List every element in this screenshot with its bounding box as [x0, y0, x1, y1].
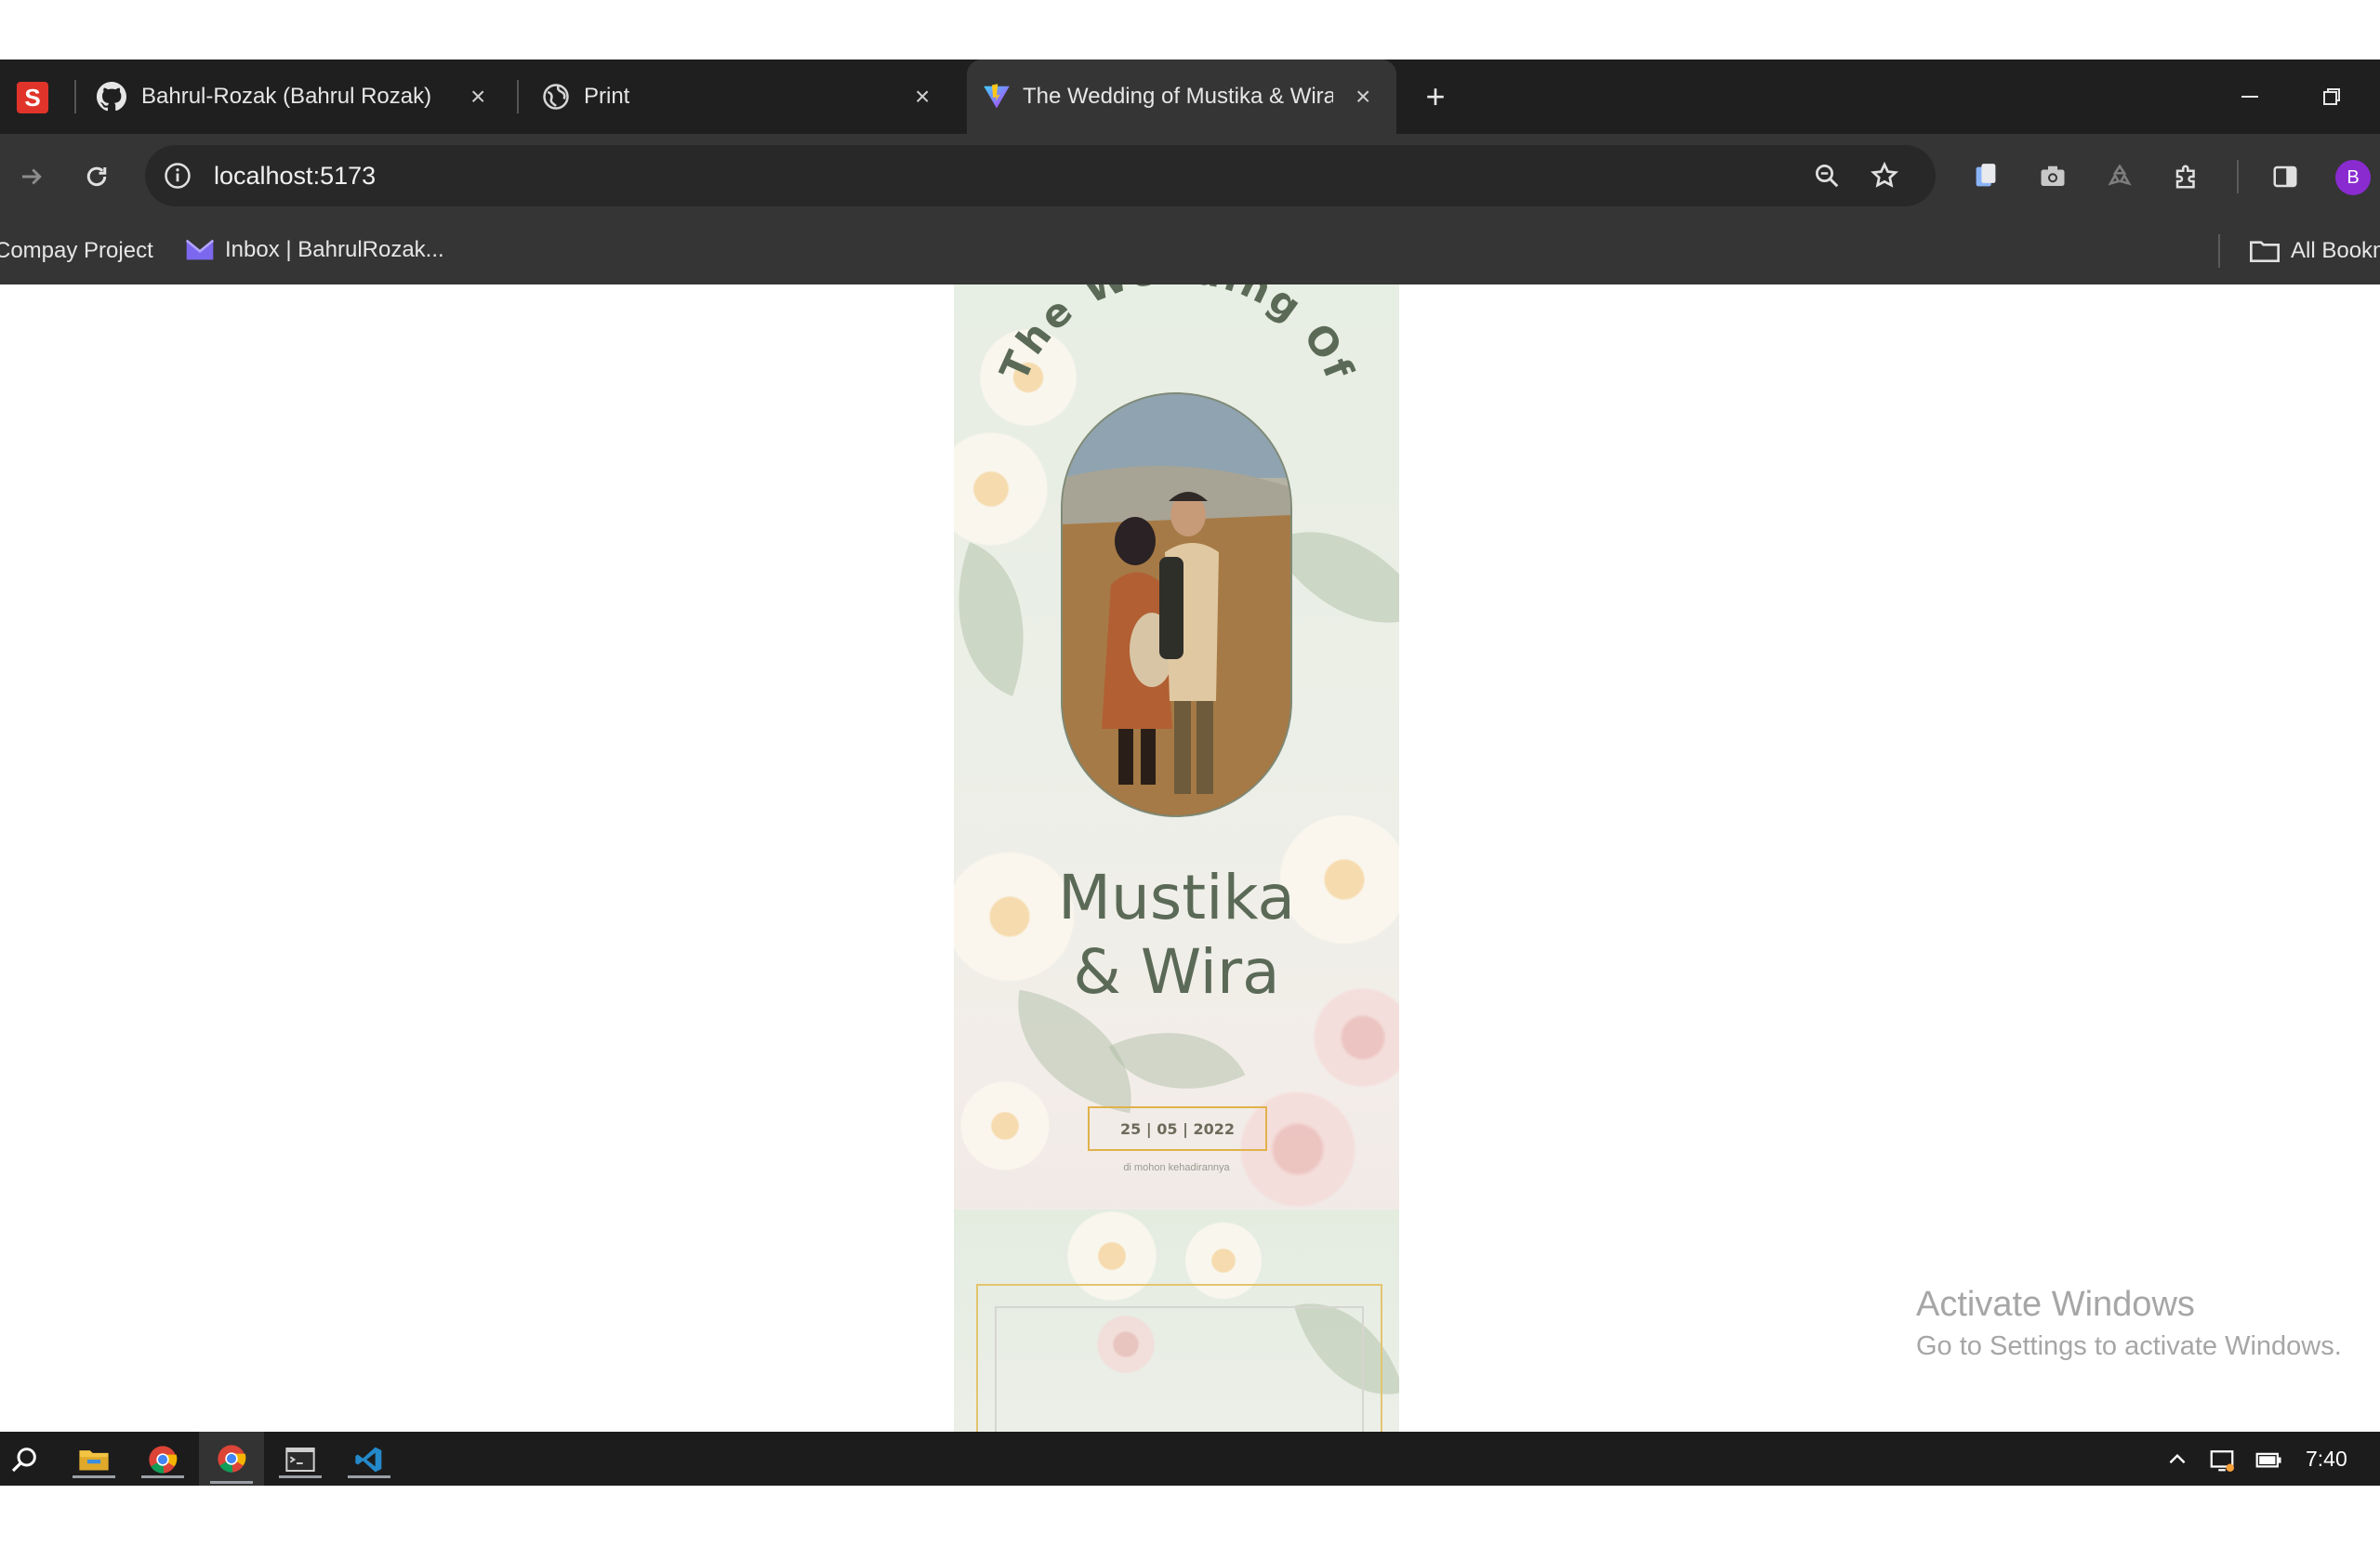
bookmarks-bar: Compay Project Inbox | BahrulRozak... Al…: [0, 219, 2380, 284]
recycle-icon[interactable]: [2099, 156, 2140, 197]
folder-icon: [2248, 234, 2281, 268]
second-section: [954, 1210, 1399, 1432]
search-icon[interactable]: [4, 1439, 45, 1480]
close-icon[interactable]: ×: [1355, 82, 1370, 112]
couple-photo: [1061, 392, 1292, 817]
taskbar-indicator: [141, 1475, 184, 1478]
taskbar-indicator: [348, 1475, 390, 1478]
chevron-up-icon[interactable]: [2159, 1441, 2196, 1478]
tab-github[interactable]: Bahrul-Rozak (Bahrul Rozak) ×: [89, 60, 511, 134]
camera-icon[interactable]: [2032, 156, 2073, 197]
profile-avatar[interactable]: B: [2335, 160, 2371, 195]
battery-icon[interactable]: [2250, 1441, 2287, 1478]
invitation-note: di mohon kehadirannya: [1123, 1162, 1230, 1173]
tab-print[interactable]: Print ×: [530, 60, 948, 134]
taskbar-indicator: [279, 1475, 322, 1478]
tab-separator: [517, 80, 519, 113]
couple-names: Mustika & Wira: [954, 861, 1399, 1010]
minimize-icon[interactable]: [2231, 78, 2268, 115]
activate-windows-subtitle: Go to Settings to activate Windows.: [1916, 1331, 2342, 1361]
address-bar[interactable]: localhost:5173: [145, 145, 1936, 206]
terminal-icon[interactable]: [279, 1439, 322, 1480]
svg-text:The Wedding Of: The Wedding Of: [991, 284, 1363, 388]
frame-border-inner: [995, 1306, 1364, 1432]
taskbar-indicator: [210, 1481, 253, 1484]
clock[interactable]: 7:40: [2306, 1447, 2347, 1472]
forward-icon[interactable]: [11, 156, 52, 197]
tab-title: Print: [584, 84, 630, 109]
zoom-icon[interactable]: [1807, 156, 1846, 195]
address-text[interactable]: localhost:5173: [214, 162, 376, 191]
bride-name: Mustika: [1058, 862, 1295, 933]
activate-windows-title: Activate Windows: [1916, 1285, 2195, 1324]
arc-title-text: The Wedding Of: [991, 284, 1360, 388]
close-icon[interactable]: ×: [470, 82, 485, 112]
wedding-date: 25 | 05 | 2022: [1088, 1106, 1267, 1151]
restore-icon[interactable]: [2313, 78, 2350, 115]
bookmark-label: Inbox | BahrulRozak...: [225, 237, 444, 262]
extension-files-icon[interactable]: [1965, 156, 2006, 197]
all-bookmarks-label: All Bookmarks: [2291, 238, 2380, 263]
bookmark-compay-project[interactable]: Compay Project: [0, 238, 153, 264]
globe-icon: [539, 80, 573, 113]
vite-icon: [980, 80, 1013, 113]
cover-section: The Wedding Of: [954, 284, 1399, 1214]
all-bookmarks[interactable]: All Bookmarks: [2248, 234, 2380, 268]
extensions-puzzle-icon[interactable]: [2166, 156, 2207, 197]
toolbar-divider: [2237, 160, 2239, 193]
taskbar: 7:40: [0, 1432, 2380, 1486]
groom-name: & Wira: [1073, 936, 1280, 1008]
close-icon[interactable]: ×: [915, 82, 930, 112]
taskbar-indicator: [73, 1475, 115, 1478]
vscode-icon[interactable]: [348, 1439, 390, 1480]
chrome-active-icon[interactable]: [199, 1432, 264, 1486]
bookmarks-divider: [2218, 234, 2220, 268]
tab-title: Bahrul-Rozak (Bahrul Rozak): [141, 84, 432, 109]
bookmark-star-icon[interactable]: [1865, 156, 1904, 195]
github-icon: [95, 80, 128, 113]
tab-strip: S Bahrul-Rozak (Bahrul Rozak) × Print × …: [0, 60, 2380, 134]
couple-illustration: [1063, 394, 1290, 815]
side-panel-icon[interactable]: [2265, 156, 2306, 197]
reload-icon[interactable]: [76, 156, 117, 197]
tab-title: The Wedding of Mustika & Wira: [1023, 84, 1333, 109]
app-s-icon[interactable]: S: [17, 82, 48, 113]
bookmark-inbox[interactable]: Inbox | BahrulRozak...: [184, 234, 444, 266]
tab-wedding[interactable]: The Wedding of Mustika & Wira ×: [967, 60, 1396, 134]
mail-icon: [184, 234, 216, 266]
leaf-decoration: [954, 542, 1057, 696]
network-icon[interactable]: [2203, 1441, 2241, 1478]
invitation-page[interactable]: The Wedding Of: [954, 284, 1399, 1432]
site-info-icon[interactable]: [158, 156, 197, 195]
tab-separator: [74, 80, 76, 113]
new-tab-button[interactable]: +: [1415, 76, 1456, 117]
file-explorer-icon[interactable]: [73, 1439, 115, 1480]
toolbar: localhost:5173 B: [0, 134, 2380, 219]
chrome-icon[interactable]: [141, 1439, 184, 1480]
